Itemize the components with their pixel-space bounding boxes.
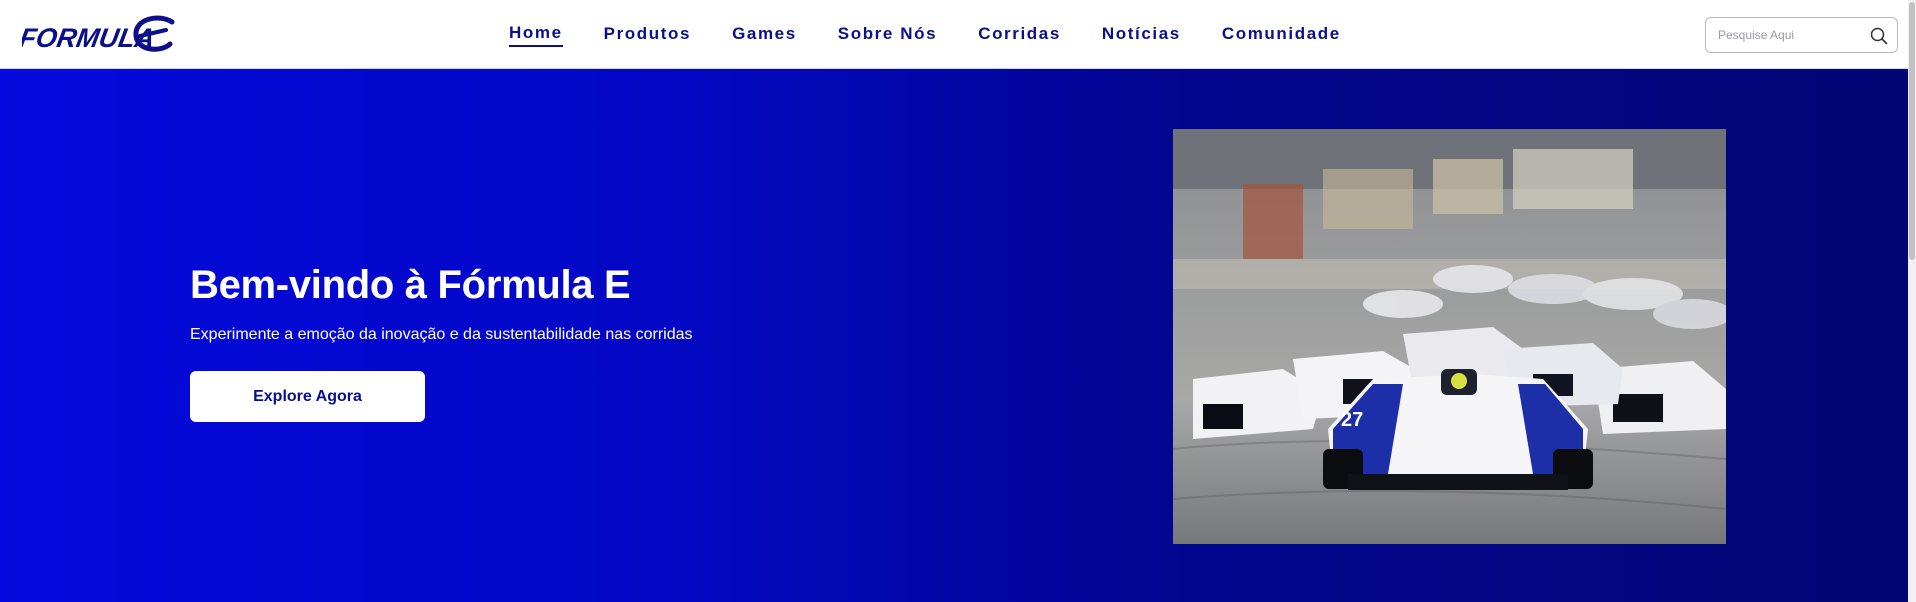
nav-corridas[interactable]: Corridas	[978, 24, 1061, 46]
page-scrollbar[interactable]	[1908, 0, 1916, 602]
search-icon[interactable]	[1870, 27, 1888, 45]
nav-produtos[interactable]: Produtos	[604, 24, 691, 46]
hero-subtitle: Experimente a emoção da inovação e da su…	[190, 326, 693, 343]
race-photo: 27	[1173, 129, 1726, 544]
nav-home[interactable]: Home	[509, 23, 563, 47]
nav-comunidade[interactable]: Comunidade	[1222, 24, 1341, 46]
car-number-text: 27	[1341, 409, 1363, 431]
hero-section: Bem-vindo à Fórmula E Experimente a emoç…	[0, 69, 1908, 602]
page: FORMULA Home Produtos Games Sobre Nós Co…	[0, 0, 1916, 602]
explore-now-button[interactable]: Explore Agora	[190, 371, 425, 422]
site-header: FORMULA Home Produtos Games Sobre Nós Co…	[0, 0, 1916, 69]
hero-title: Bem-vindo à Fórmula E	[190, 263, 631, 307]
nav-noticias[interactable]: Notícias	[1102, 24, 1181, 46]
formula-e-logo[interactable]: FORMULA	[22, 14, 178, 56]
search-input[interactable]	[1716, 18, 1861, 52]
main-nav: Home Produtos Games Sobre Nós Corridas N…	[509, 0, 1382, 69]
nav-sobre-nos[interactable]: Sobre Nós	[838, 24, 937, 46]
nav-games[interactable]: Games	[732, 24, 797, 46]
scrollbar-thumb[interactable]	[1909, 2, 1915, 260]
search-box	[1705, 17, 1898, 53]
